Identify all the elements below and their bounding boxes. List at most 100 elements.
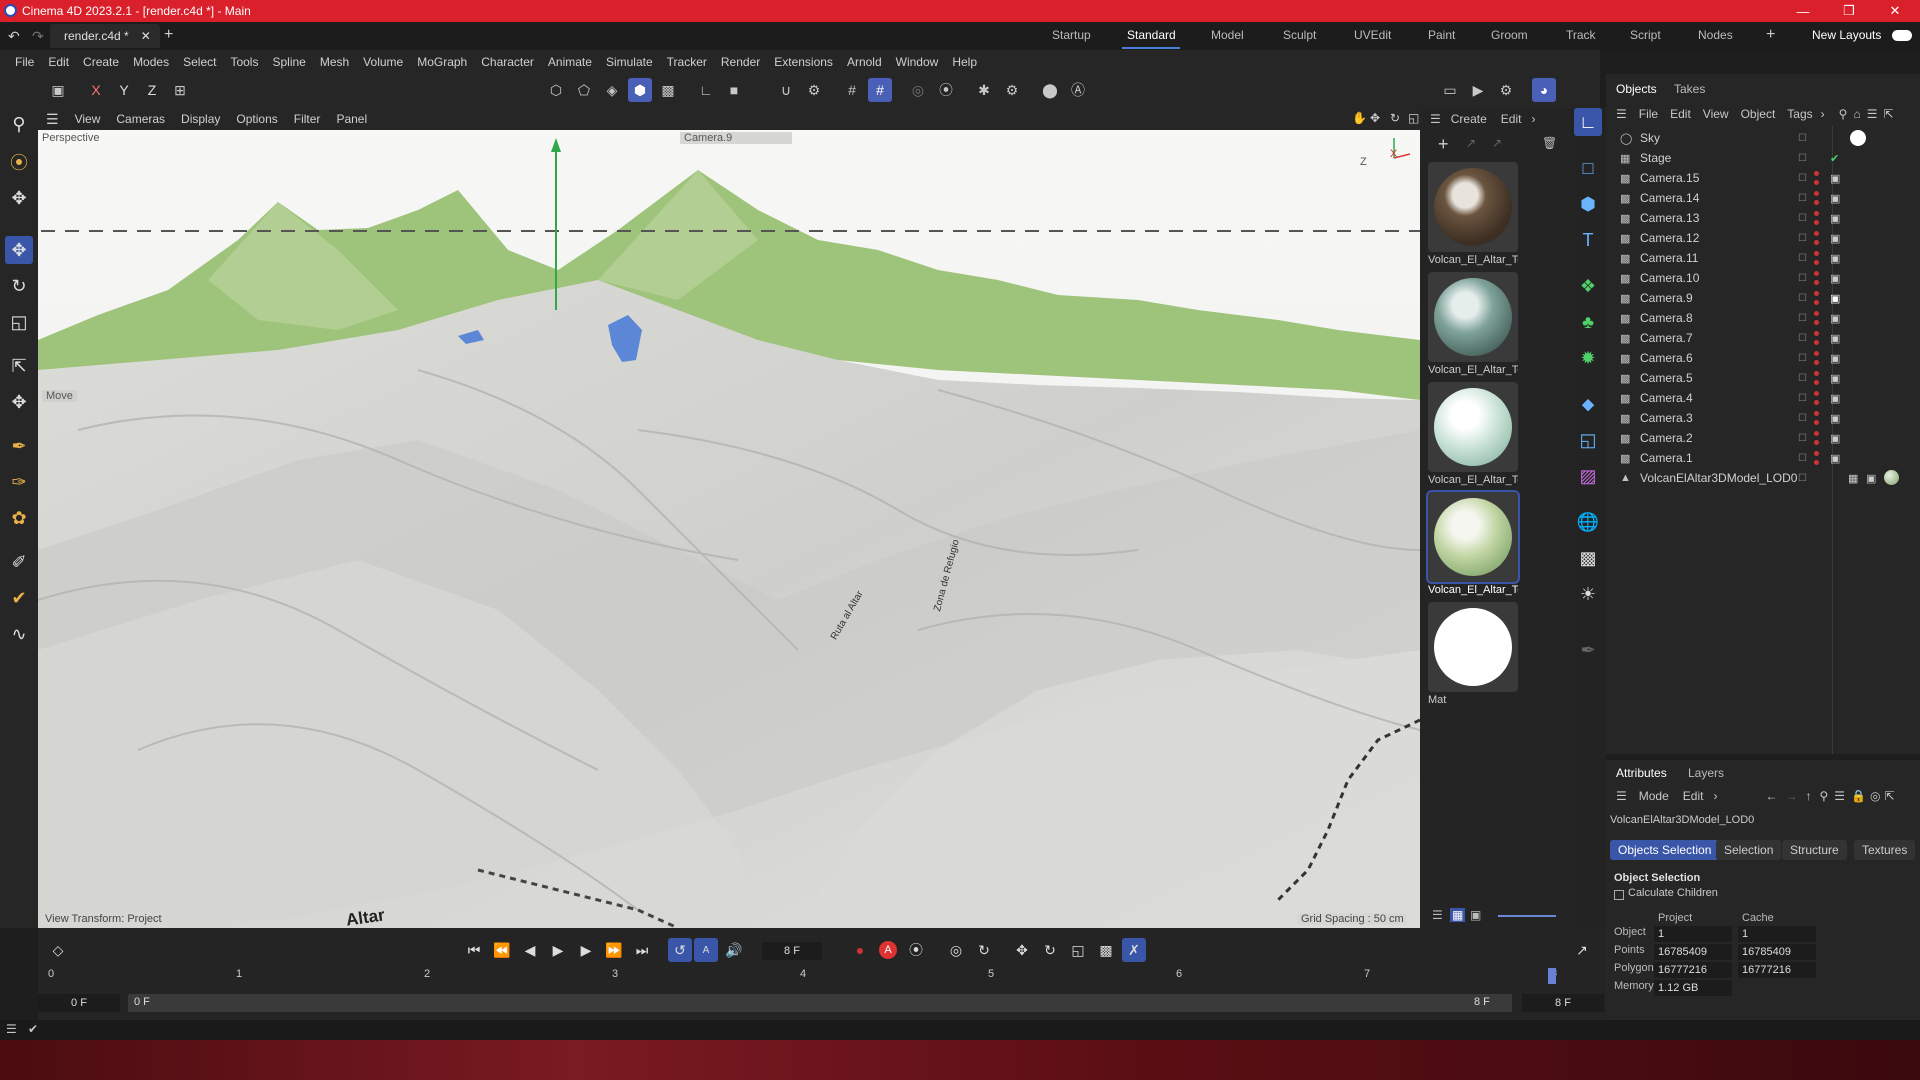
timeline-graph-icon[interactable]: ↗ [1570, 938, 1594, 962]
menu-animate[interactable]: Animate [541, 55, 599, 69]
deformer-icon[interactable]: ⬥ [1574, 390, 1602, 418]
previous-frame-icon[interactable]: ◀ [518, 938, 542, 962]
material-hamburger-icon[interactable]: ☰ [1430, 112, 1441, 126]
field-icon[interactable]: ◱ [1574, 426, 1602, 454]
layer-check-icon[interactable]: ☐ [1798, 453, 1807, 464]
go-to-start-icon[interactable]: ⏮ [462, 938, 486, 962]
axis-mode-icon[interactable]: ∟ [694, 78, 718, 102]
rotation-key-icon[interactable]: ↻ [972, 938, 996, 962]
material-menu-create[interactable]: Create [1451, 112, 1487, 126]
object-row-mesh[interactable]: ▲ VolcanElAltar3DModel_LOD0 ☐ ▦ ▣ [1620, 468, 1920, 488]
layer-check-icon[interactable]: ☐ [1798, 313, 1807, 324]
add-tab-icon[interactable]: + [164, 26, 173, 44]
layout-tab-sculpt[interactable]: Sculpt [1283, 28, 1316, 42]
menu-select[interactable]: Select [176, 55, 223, 69]
attribute-search-icon[interactable]: ⚲ [1819, 789, 1828, 803]
tab-layers[interactable]: Layers [1688, 766, 1724, 780]
redo-icon[interactable]: ↷ [32, 28, 44, 45]
layout-tab-model[interactable]: Model [1211, 28, 1244, 42]
object-row-camera[interactable]: ▩ Camera.8 ☐ ▣ [1620, 308, 1920, 328]
z-axis-lock-button[interactable]: Z [140, 78, 164, 102]
previous-key-icon[interactable]: ⏪ [490, 938, 514, 962]
thumbnail-size-slider[interactable] [1498, 915, 1556, 917]
selection-button[interactable]: Selection [1716, 840, 1782, 860]
end-frame-field[interactable]: 8 F [1522, 994, 1604, 1012]
move-key-icon[interactable]: ✥ [1010, 938, 1034, 962]
object-menu-view[interactable]: View [1703, 107, 1729, 121]
tweak-tool-icon[interactable]: ✥ [5, 184, 33, 212]
object-row-camera[interactable]: ▩ Camera.7 ☐ ▣ [1620, 328, 1920, 348]
y-axis-lock-button[interactable]: Y [112, 78, 136, 102]
layer-check-icon[interactable]: ☐ [1798, 353, 1807, 364]
calculate-children-checkbox[interactable] [1614, 890, 1624, 900]
workplane-grid-icon[interactable]: # [840, 78, 864, 102]
add-layout-icon[interactable]: + [1766, 26, 1775, 44]
texture-mode-icon[interactable]: ■ [722, 78, 746, 102]
visibility-dots[interactable] [1814, 391, 1820, 405]
viewport-menu-cameras[interactable]: Cameras [108, 112, 173, 126]
structure-button[interactable]: Structure [1782, 840, 1847, 860]
material-assign-icon[interactable]: ↗ [1492, 136, 1502, 150]
spline-pen-icon[interactable]: ✒ [5, 432, 33, 460]
visibility-dots[interactable] [1814, 271, 1820, 285]
coordinate-system-icon[interactable]: ⊞ [168, 78, 192, 102]
sky-material-tag[interactable] [1850, 130, 1866, 146]
restore-icon[interactable]: ❐ [1826, 0, 1872, 22]
visibility-dots[interactable] [1814, 171, 1820, 185]
generator-icon[interactable]: ❖ [1574, 272, 1602, 300]
new-layouts-button[interactable]: New Layouts [1812, 28, 1881, 42]
object-row-camera[interactable]: ▩ Camera.5 ☐ ▣ [1620, 368, 1920, 388]
attribute-popout-icon[interactable]: ⇱ [1884, 789, 1894, 803]
timeline-ruler[interactable]: 0 1 2 3 4 5 6 7 8 [48, 968, 1557, 986]
camera-tag-icon[interactable]: ▣ [1830, 212, 1840, 225]
material-link-icon[interactable]: ↗ [1466, 136, 1476, 150]
layer-check-icon[interactable]: ☐ [1798, 193, 1807, 204]
menu-mograph[interactable]: MoGraph [410, 55, 474, 69]
menu-character[interactable]: Character [474, 55, 541, 69]
render-settings-icon[interactable]: ⚙ [1494, 78, 1518, 102]
object-menu-tags[interactable]: Tags [1787, 107, 1812, 121]
viewport-hamburger-icon[interactable]: ☰ [38, 111, 67, 128]
visibility-dots[interactable] [1814, 211, 1820, 225]
delete-material-icon[interactable]: 🗑 [1542, 136, 1557, 150]
object-expand-icon[interactable]: ⇱ [1883, 107, 1893, 121]
material-chevron-icon[interactable]: › [1531, 112, 1535, 126]
x-axis-lock-button[interactable]: X [84, 78, 108, 102]
layout-tab-track[interactable]: Track [1566, 28, 1596, 42]
object-menu-file[interactable]: File [1639, 107, 1658, 121]
large-view-icon[interactable]: ▣ [1470, 908, 1481, 922]
objects-selection-button[interactable]: Objects Selection [1610, 840, 1720, 860]
layer-check-icon[interactable]: ☐ [1798, 473, 1807, 484]
camera-tag-icon[interactable]: ▣ [1830, 372, 1840, 385]
undo-icon[interactable]: ↶ [8, 28, 20, 45]
keyframe-diamond-icon[interactable]: ◇ [46, 938, 70, 962]
position-key-icon[interactable]: ◎ [944, 938, 968, 962]
rotate-key-icon[interactable]: ↻ [1038, 938, 1062, 962]
material-swatch[interactable]: Volcan_El_Altar_Te [1426, 490, 1520, 596]
sound-icon[interactable]: 🔊 [722, 938, 746, 962]
material-swatch[interactable]: Volcan_El_Altar_Te [1428, 382, 1518, 486]
close-tab-icon[interactable]: ✕ [141, 29, 151, 43]
visibility-dots[interactable] [1814, 311, 1820, 325]
layout-tab-standard[interactable]: Standard [1127, 28, 1176, 42]
camera-tag-icon[interactable]: ▣ [1830, 232, 1840, 245]
stage-enabled-icon[interactable]: ✔ [1830, 152, 1839, 165]
object-row-camera[interactable]: ▩ Camera.15 ☐ ▣ [1620, 168, 1920, 188]
redshift-icon[interactable]: ◕ [1532, 78, 1556, 102]
viewport-solo-icon[interactable]: ▣ [46, 78, 70, 102]
object-row-camera[interactable]: ▩ Camera.4 ☐ ▣ [1620, 388, 1920, 408]
layer-check-icon[interactable]: ☐ [1798, 333, 1807, 344]
paint-brush-icon[interactable]: ✐ [5, 548, 33, 576]
object-menu-more-icon[interactable]: › [1821, 107, 1825, 121]
edges-mode-icon[interactable]: ⬠ [572, 78, 596, 102]
scale-key-icon[interactable]: ◱ [1066, 938, 1090, 962]
layer-check-icon[interactable]: ☐ [1798, 233, 1807, 244]
tab-attributes[interactable]: Attributes [1616, 766, 1667, 780]
polygons-mode-icon[interactable]: ◈ [600, 78, 624, 102]
menu-simulate[interactable]: Simulate [599, 55, 660, 69]
object-home-icon[interactable]: ⌂ [1853, 107, 1860, 121]
object-search-icon[interactable]: ⚲ [1839, 107, 1848, 121]
layout-toggle[interactable] [1892, 30, 1912, 41]
minimize-icon[interactable]: — [1780, 0, 1826, 22]
layout-tab-groom[interactable]: Groom [1491, 28, 1528, 42]
